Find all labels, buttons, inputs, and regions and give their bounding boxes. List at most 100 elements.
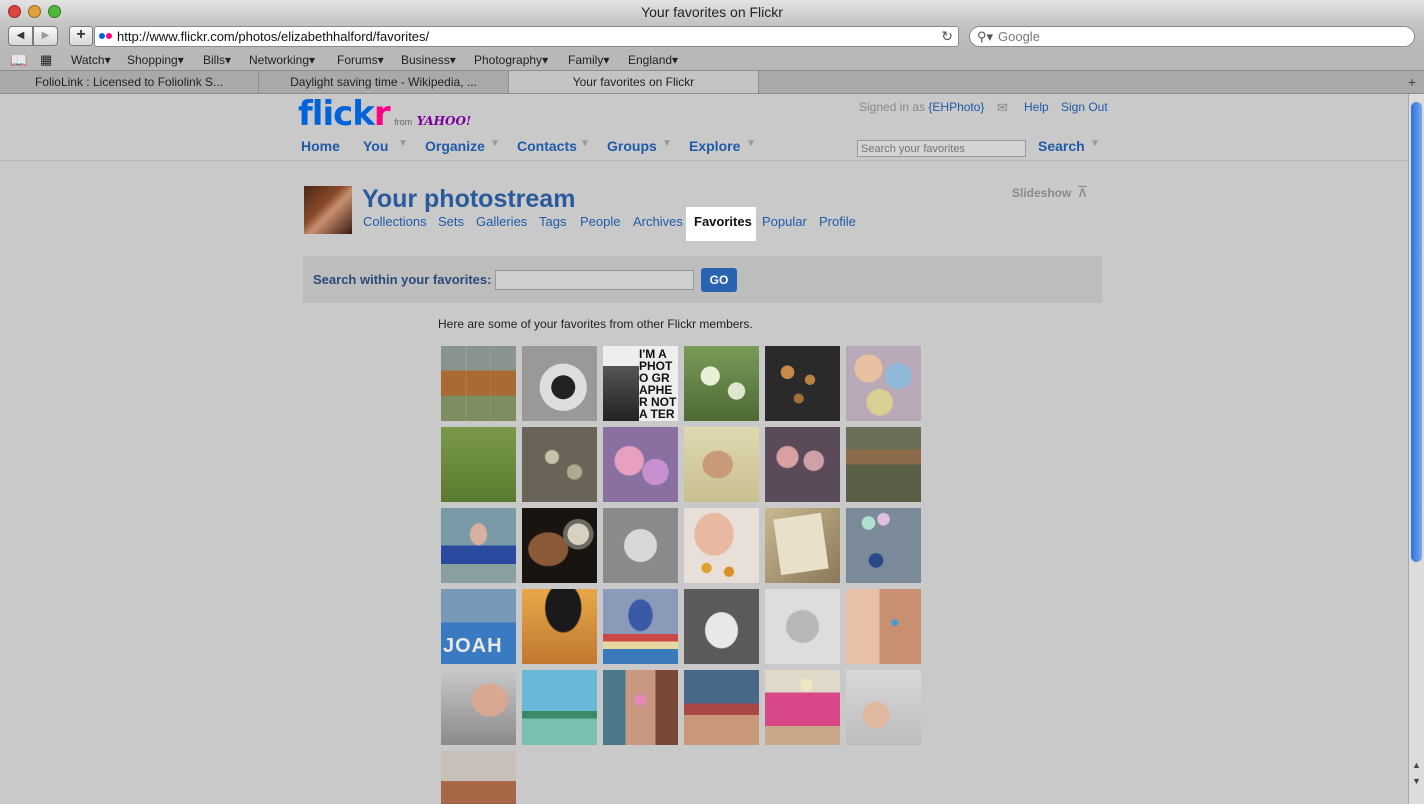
favorite-photo-15[interactable] <box>603 508 678 583</box>
favorite-photo-12[interactable] <box>846 427 921 502</box>
favorite-photo-17[interactable] <box>765 508 840 583</box>
tab-flickr[interactable]: Your favorites on Flickr <box>509 71 759 93</box>
nav-groups[interactable]: Groups <box>607 138 657 154</box>
favorite-photo-26[interactable] <box>522 670 597 745</box>
favorite-photo-30[interactable] <box>846 670 921 745</box>
help-link[interactable]: Help <box>1024 100 1049 114</box>
nav-organize[interactable]: Organize <box>425 138 485 154</box>
favorite-photo-31[interactable] <box>441 751 516 804</box>
favorite-photo-21[interactable] <box>603 589 678 664</box>
favorite-photo-23[interactable] <box>765 589 840 664</box>
back-button[interactable]: ◀ <box>8 26 33 46</box>
header-search-button[interactable]: Search <box>1038 138 1085 154</box>
favorites-intro-text: Here are some of your favorites from oth… <box>438 317 753 331</box>
favorite-photo-11[interactable] <box>765 427 840 502</box>
flickr-wordmark: flickr <box>298 94 391 134</box>
new-tab-button[interactable]: + <box>1408 71 1416 93</box>
nav-you[interactable]: You <box>363 138 388 154</box>
bookmark-family[interactable]: Family▾ <box>568 50 609 70</box>
sign-out-link[interactable]: Sign Out <box>1061 100 1108 114</box>
scroll-up-arrow[interactable]: ▲ <box>1412 760 1421 770</box>
favorite-photo-29[interactable] <box>765 670 840 745</box>
web-search-field[interactable]: ⚲▾ Google <box>969 26 1415 47</box>
vertical-scrollbar[interactable]: ▲ ▼ <box>1408 94 1424 804</box>
favorite-photo-8[interactable] <box>522 427 597 502</box>
buddy-icon[interactable] <box>304 186 352 234</box>
mail-icon[interactable]: ✉ <box>997 100 1008 116</box>
bookmark-shopping[interactable]: Shopping▾ <box>127 50 184 70</box>
favorite-photo-5[interactable] <box>765 346 840 421</box>
slideshow-icon[interactable]: ⊼ <box>1077 183 1088 201</box>
tab-sets[interactable]: Sets <box>438 214 464 229</box>
favorite-photo-14[interactable] <box>522 508 597 583</box>
favorite-photo-9[interactable] <box>603 427 678 502</box>
bookmark-watch[interactable]: Watch▾ <box>71 50 111 70</box>
favorite-photo-27[interactable] <box>603 670 678 745</box>
tab-collections[interactable]: Collections <box>363 214 427 229</box>
tab-popular[interactable]: Popular <box>762 214 807 229</box>
browser-toolbar: ◀ ▶ + http://www.flickr.com/photos/eliza… <box>0 24 1424 50</box>
flickr-logo[interactable]: flickr from YAHOO! <box>298 94 471 134</box>
top-sites-icon[interactable]: ▦ <box>40 50 52 70</box>
bookmark-networking[interactable]: Networking▾ <box>249 50 315 70</box>
forward-button[interactable]: ▶ <box>33 26 58 46</box>
favorite-photo-25[interactable] <box>441 670 516 745</box>
slideshow-link[interactable]: Slideshow <box>1012 186 1071 200</box>
favorite-photo-16[interactable] <box>684 508 759 583</box>
favorite-photo-4[interactable] <box>684 346 759 421</box>
favorite-photo-20[interactable] <box>522 589 597 664</box>
tab-favorites[interactable]: Favorites <box>694 214 752 229</box>
tab-archives[interactable]: Archives <box>633 214 683 229</box>
favorite-photo-19[interactable]: JOAH <box>441 589 516 664</box>
bookmarks-bar: 📖 ▦ Watch▾ Shopping▾ Bills▾ Networking▾ … <box>0 50 1424 70</box>
bookmark-business[interactable]: Business▾ <box>401 50 456 70</box>
zoom-window-button[interactable] <box>48 5 61 18</box>
favorite-photo-2[interactable] <box>522 346 597 421</box>
show-all-bookmarks-icon[interactable]: 📖 <box>10 50 27 70</box>
search-placeholder: Google <box>998 29 1040 44</box>
add-bookmark-button[interactable]: + <box>69 26 93 46</box>
nav-home[interactable]: Home <box>301 138 340 154</box>
favorite-photo-6[interactable] <box>846 346 921 421</box>
contacts-menu-arrow[interactable]: ▼ <box>580 138 590 149</box>
favorites-go-button[interactable]: GO <box>701 268 737 292</box>
favorite-photo-13[interactable] <box>441 508 516 583</box>
favorites-header-search-input[interactable] <box>857 140 1026 157</box>
favorite-photo-10[interactable] <box>684 427 759 502</box>
favorite-photo-18[interactable] <box>846 508 921 583</box>
favorite-photo-28[interactable] <box>684 670 759 745</box>
groups-menu-arrow[interactable]: ▼ <box>662 138 672 149</box>
favorite-photo-7[interactable] <box>441 427 516 502</box>
bookmark-forums[interactable]: Forums▾ <box>337 50 384 70</box>
address-bar[interactable]: http://www.flickr.com/photos/elizabethha… <box>94 26 959 47</box>
scrollbar-thumb[interactable] <box>1411 102 1422 562</box>
photo-17-frame <box>773 512 829 576</box>
photostream-title[interactable]: Your photostream <box>362 185 575 214</box>
favorites-search-label: Search within your favorites: <box>313 272 492 287</box>
reload-icon[interactable]: ↻ <box>941 27 953 46</box>
username-link[interactable]: {EHPhoto} <box>928 100 984 114</box>
nav-explore[interactable]: Explore <box>689 138 740 154</box>
favorite-photo-22[interactable] <box>684 589 759 664</box>
search-menu-arrow[interactable]: ▼ <box>1090 138 1100 149</box>
tab-foliolink[interactable]: FolioLink : Licensed to Foliolink S... <box>0 71 259 93</box>
explore-menu-arrow[interactable]: ▼ <box>746 138 756 149</box>
tab-galleries[interactable]: Galleries <box>476 214 527 229</box>
bookmark-england[interactable]: England▾ <box>628 50 678 70</box>
tab-profile[interactable]: Profile <box>819 214 856 229</box>
favorite-photo-24[interactable] <box>846 589 921 664</box>
tab-wikipedia[interactable]: Daylight saving time - Wikipedia, ... <box>259 71 509 93</box>
tab-people[interactable]: People <box>580 214 620 229</box>
bookmark-bills[interactable]: Bills▾ <box>203 50 231 70</box>
favorite-photo-1[interactable] <box>441 346 516 421</box>
minimize-window-button[interactable] <box>28 5 41 18</box>
nav-contacts[interactable]: Contacts <box>517 138 577 154</box>
favorite-photo-3[interactable]: I'M A PHOTO GRAPHER NOT A TERRO IST <box>603 346 678 421</box>
scroll-down-arrow[interactable]: ▼ <box>1412 776 1421 786</box>
favorites-search-input[interactable] <box>495 270 694 290</box>
tab-tags[interactable]: Tags <box>539 214 566 229</box>
you-menu-arrow[interactable]: ▼ <box>398 138 408 149</box>
bookmark-photography[interactable]: Photography▾ <box>474 50 548 70</box>
close-window-button[interactable] <box>8 5 21 18</box>
organize-menu-arrow[interactable]: ▼ <box>490 138 500 149</box>
